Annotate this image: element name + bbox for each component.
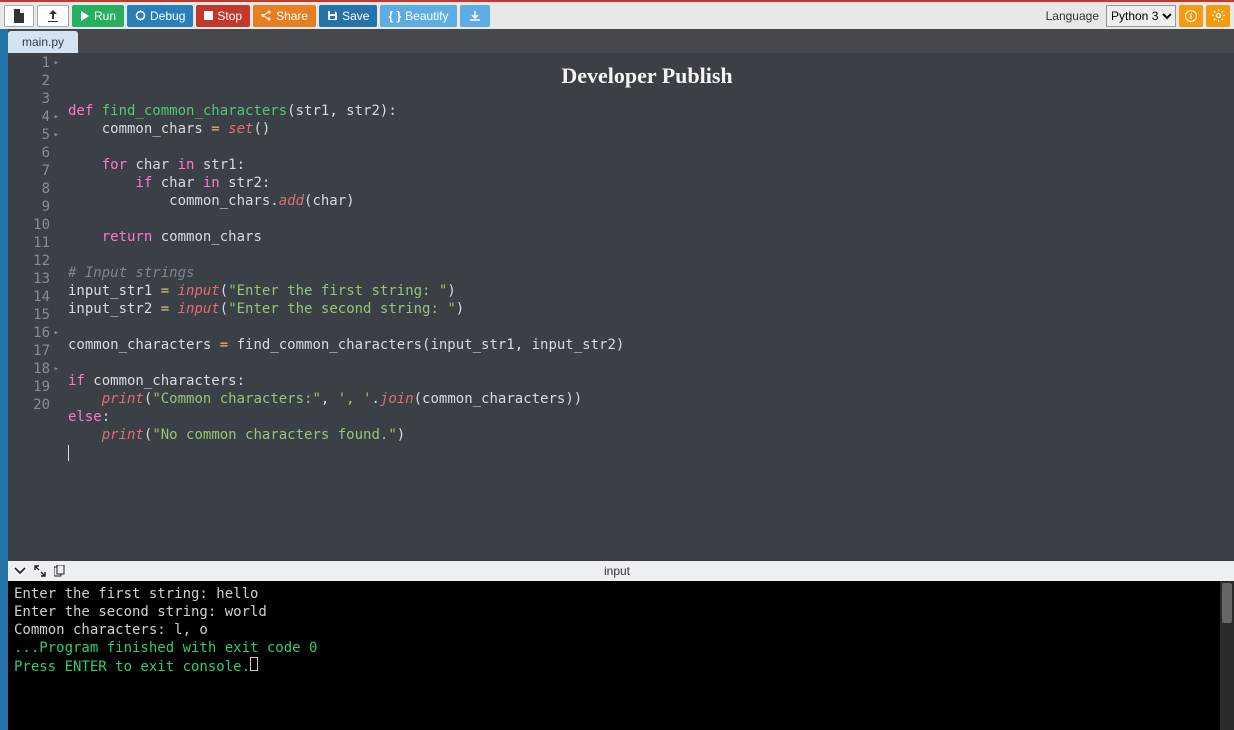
expand-console-icon[interactable] — [34, 565, 46, 577]
code-line[interactable]: if char in str2: — [68, 174, 1234, 192]
stop-button[interactable]: Stop — [196, 5, 250, 27]
share-button[interactable]: Share — [253, 5, 316, 27]
terminal-cursor — [250, 657, 258, 671]
terminal-line: Common characters: l, o — [14, 621, 1228, 639]
beautify-button[interactable]: { } Beautify — [380, 5, 456, 27]
stop-icon — [204, 11, 213, 20]
terminal-line: Enter the first string: hello — [14, 585, 1228, 603]
code-line[interactable] — [68, 210, 1234, 228]
file-icon — [13, 9, 25, 23]
code-line[interactable]: return common_chars — [68, 228, 1234, 246]
code-line[interactable]: input_str1 = input("Enter the first stri… — [68, 282, 1234, 300]
bug-icon — [135, 10, 146, 21]
code-line[interactable]: def find_common_characters(str1, str2): — [68, 102, 1234, 120]
terminal-line: ...Program finished with exit code 0 — [14, 639, 1228, 657]
share-label: Share — [276, 9, 308, 23]
braces-icon: { } — [388, 9, 401, 23]
code-line[interactable]: else: — [68, 408, 1234, 426]
save-label: Save — [342, 9, 369, 23]
editor-cursor — [68, 445, 69, 461]
terminal-scrollbar-thumb[interactable] — [1222, 583, 1232, 623]
upload-button[interactable] — [37, 5, 69, 27]
side-strip[interactable] — [0, 29, 8, 730]
info-icon: i — [1185, 10, 1197, 22]
tab-bar: main.py — [8, 29, 1234, 53]
code-line[interactable]: common_chars = set() — [68, 120, 1234, 138]
beautify-label: Beautify — [405, 9, 448, 23]
run-label: Run — [94, 9, 116, 23]
download-icon — [469, 10, 481, 22]
save-button[interactable]: Save — [319, 5, 377, 27]
share-icon — [261, 10, 272, 21]
terminal[interactable]: Enter the first string: helloEnter the s… — [8, 581, 1234, 730]
code-content[interactable]: Developer Publish def find_common_charac… — [60, 53, 1234, 561]
new-file-button[interactable] — [4, 5, 34, 27]
code-line[interactable]: print("Common characters:", ', '.join(co… — [68, 390, 1234, 408]
settings-button[interactable] — [1206, 5, 1230, 27]
debug-button[interactable]: Debug — [127, 5, 193, 27]
terminal-scrollbar[interactable] — [1220, 581, 1234, 730]
toolbar: Run Debug Stop Share Save { } Beautify L… — [0, 2, 1234, 29]
code-line[interactable] — [68, 318, 1234, 336]
terminal-line: Press ENTER to exit console. — [14, 657, 1228, 676]
run-button[interactable]: Run — [72, 5, 124, 27]
save-icon — [327, 10, 338, 21]
code-line[interactable] — [68, 138, 1234, 156]
line-gutter: 1234567891011121314151617181920 — [8, 53, 60, 561]
code-line[interactable] — [68, 444, 1234, 462]
play-icon — [80, 11, 90, 21]
code-editor[interactable]: 1234567891011121314151617181920 Develope… — [8, 53, 1234, 561]
download-button[interactable] — [460, 5, 490, 27]
gear-icon — [1212, 9, 1225, 22]
code-line[interactable]: common_chars.add(char) — [68, 192, 1234, 210]
info-button[interactable]: i — [1179, 5, 1203, 27]
watermark: Developer Publish — [561, 63, 732, 89]
code-line[interactable]: common_characters = find_common_characte… — [68, 336, 1234, 354]
code-line[interactable]: for char in str1: — [68, 156, 1234, 174]
copy-console-icon[interactable] — [54, 565, 65, 577]
code-line[interactable] — [68, 246, 1234, 264]
code-line[interactable]: input_str2 = input("Enter the second str… — [68, 300, 1234, 318]
collapse-console-icon[interactable] — [14, 565, 26, 577]
console-label: input — [604, 564, 630, 578]
code-line[interactable]: # Input strings — [68, 264, 1234, 282]
tab-main[interactable]: main.py — [8, 31, 78, 53]
stop-label: Stop — [217, 9, 242, 23]
language-label: Language — [1046, 9, 1099, 23]
console-bar: input — [8, 561, 1234, 581]
code-line[interactable]: if common_characters: — [68, 372, 1234, 390]
code-line[interactable]: print("No common characters found.") — [68, 426, 1234, 444]
upload-icon — [46, 9, 60, 23]
svg-text:i: i — [1190, 12, 1192, 21]
code-line[interactable] — [68, 354, 1234, 372]
language-select[interactable]: Python 3 — [1106, 5, 1176, 27]
terminal-line: Enter the second string: world — [14, 603, 1228, 621]
debug-label: Debug — [150, 9, 185, 23]
